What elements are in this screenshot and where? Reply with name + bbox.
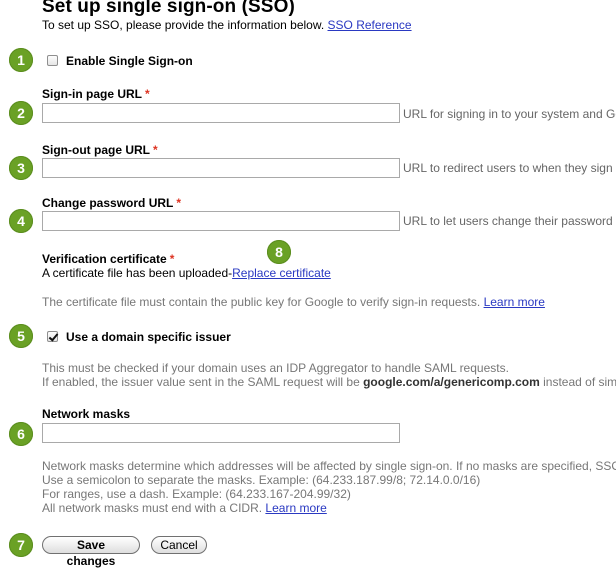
save-changes-button[interactable]: Save changes — [42, 536, 140, 568]
verification-certificate-label: Verification certificate * — [42, 252, 174, 266]
step-badge-1: 1 — [9, 48, 33, 72]
certificate-learn-more-link[interactable]: Learn more — [484, 295, 545, 309]
step-badge-2: 2 — [9, 101, 33, 125]
sign-out-url-hint: URL to redirect users to when they sign … — [403, 161, 616, 175]
required-mark: * — [169, 252, 175, 266]
required-mark: * — [145, 87, 150, 101]
domain-issuer-checkbox[interactable] — [47, 331, 58, 342]
cancel-button[interactable]: Cancel — [151, 536, 207, 554]
step-badge-8: 8 — [267, 240, 291, 264]
sign-out-url-label-text: Sign-out page URL — [42, 143, 150, 157]
sign-in-url-label: Sign-in page URL * — [42, 87, 150, 101]
enable-sso-checkbox[interactable] — [47, 55, 58, 66]
required-mark: * — [176, 196, 182, 210]
step-badge-4: 4 — [9, 209, 33, 233]
domain-issuer-note-2: If enabled, the issuer value sent in the… — [42, 375, 616, 390]
change-password-url-hint: URL to let users change their password i — [403, 214, 616, 228]
required-mark: * — [153, 143, 158, 157]
domain-issuer-note-1: This must be checked if your domain uses… — [42, 361, 509, 375]
step-badge-3: 3 — [9, 156, 33, 180]
change-password-url-label: Change password URL * — [42, 196, 181, 210]
domain-issuer-note-2-pre: If enabled, the issuer value sent in the… — [42, 375, 364, 389]
issuer-value: google.com/a/genericomp.com — [363, 375, 540, 389]
certificate-note: The certificate file must contain the pu… — [42, 295, 545, 310]
network-masks-note-4-text: All network masks must end with a CIDR. — [42, 501, 263, 515]
intro-text: To set up SSO, please provide the inform… — [42, 18, 412, 32]
sign-in-url-label-text: Sign-in page URL — [42, 87, 142, 101]
step-badge-7: 7 — [9, 533, 33, 557]
network-masks-note-3: For ranges, use a dash. Example: (64.233… — [42, 487, 351, 501]
replace-certificate-link[interactable]: Replace certificate — [232, 266, 331, 280]
sign-in-url-input[interactable] — [42, 103, 400, 123]
step-badge-6: 6 — [9, 422, 33, 446]
network-masks-input[interactable] — [42, 423, 400, 443]
network-masks-note-1: Network masks determine which addresses … — [42, 459, 616, 473]
enable-sso-label: Enable Single Sign-on — [66, 54, 193, 68]
change-password-url-label-text: Change password URL — [42, 196, 174, 210]
verification-certificate-label-text: Verification certificate — [42, 252, 167, 266]
certificate-note-text: The certificate file must contain the pu… — [42, 295, 481, 309]
network-masks-learn-more-link[interactable]: Learn more — [265, 501, 326, 515]
sign-out-url-label: Sign-out page URL * — [42, 143, 158, 157]
sign-out-url-input[interactable] — [42, 158, 400, 178]
network-masks-label: Network masks — [42, 407, 131, 421]
sso-reference-link[interactable]: SSO Reference — [328, 18, 412, 32]
change-password-url-input[interactable] — [42, 211, 400, 231]
domain-issuer-label: Use a domain specific issuer — [66, 330, 231, 344]
intro-description: To set up SSO, please provide the inform… — [42, 18, 325, 32]
step-badge-5: 5 — [9, 324, 33, 348]
domain-issuer-note-2-post: instead of sim — [539, 375, 616, 389]
sign-in-url-hint: URL for signing in to your system and Go — [403, 107, 616, 121]
network-masks-note-2: Use a semicolon to separate the masks. E… — [42, 473, 481, 487]
certificate-status-text: A certificate file has been uploaded- — [42, 266, 233, 280]
page-title: Set up single sign-on (SSO) — [42, 0, 295, 17]
certificate-status: A certificate file has been uploaded-Rep… — [42, 266, 331, 280]
network-masks-note-4: All network masks must end with a CIDR. … — [42, 501, 327, 516]
